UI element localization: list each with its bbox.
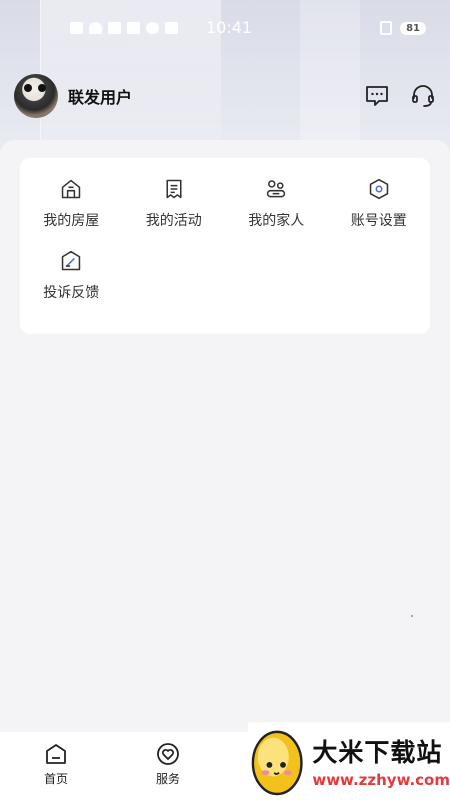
headset-icon[interactable] [410,83,436,109]
vibrate-icon [380,21,393,35]
app-notification-icon [127,22,140,34]
menu-item-my-family[interactable]: 我的家人 [225,158,328,230]
menu-item-my-house[interactable]: 我的房屋 [20,158,123,230]
user-info[interactable]: 联发用户 [14,74,132,118]
menu-label: 投诉反馈 [43,285,100,301]
watermark-text: 大米下载站 www.zzhyw.com [312,733,450,789]
settings-hex-icon [369,178,388,200]
watermark: 大米下载站 www.zzhyw.com [248,722,450,800]
menu-item-my-activities[interactable]: 我的活动 [123,158,226,230]
home-icon [46,744,66,764]
receipt-icon [166,179,182,199]
menu-label: 我的家人 [248,213,305,229]
menu-label: 账号设置 [350,213,407,229]
profile-header: 联发用户 [14,74,440,118]
status-left-icons [70,22,178,34]
menu-card: 我的房屋 我的活动 我的家人 账号设置 投诉反馈 [20,158,430,334]
nav-item-home[interactable]: 首页 [0,732,112,800]
feedback-edit-icon [62,250,81,271]
link-notification-icon [146,22,159,34]
nav-label: 服务 [155,772,180,786]
username: 联发用户 [68,88,133,107]
message-notification-icon [108,22,121,34]
message-icon[interactable] [364,83,390,109]
menu-item-complaint-feedback[interactable]: 投诉反馈 [20,230,123,302]
house-icon [62,179,81,199]
family-icon [267,180,286,198]
mascot-egg-icon [251,730,303,796]
calendar-notification-icon [165,22,178,34]
wifi-icon [89,22,102,34]
watermark-title: 大米下载站 [312,738,443,767]
menu-label: 我的房屋 [43,213,100,229]
decorative-dot [411,615,413,617]
watermark-url: www.zzhyw.com [312,771,450,789]
nav-item-service[interactable]: 服务 [112,732,224,800]
avatar[interactable] [14,74,58,118]
heart-service-icon [157,743,179,765]
status-time: 10:41 [206,18,253,37]
status-right: 81 [380,21,426,35]
battery-level: 81 [400,21,426,35]
header-actions [364,83,440,109]
menu-grid: 我的房屋 我的活动 我的家人 账号设置 投诉反馈 [20,158,430,302]
menu-item-account-settings[interactable]: 账号设置 [328,158,431,230]
menu-label: 我的活动 [145,213,202,229]
status-bar: 10:41 81 [0,0,450,56]
notification-icon [70,22,83,34]
nav-label: 首页 [43,772,68,786]
